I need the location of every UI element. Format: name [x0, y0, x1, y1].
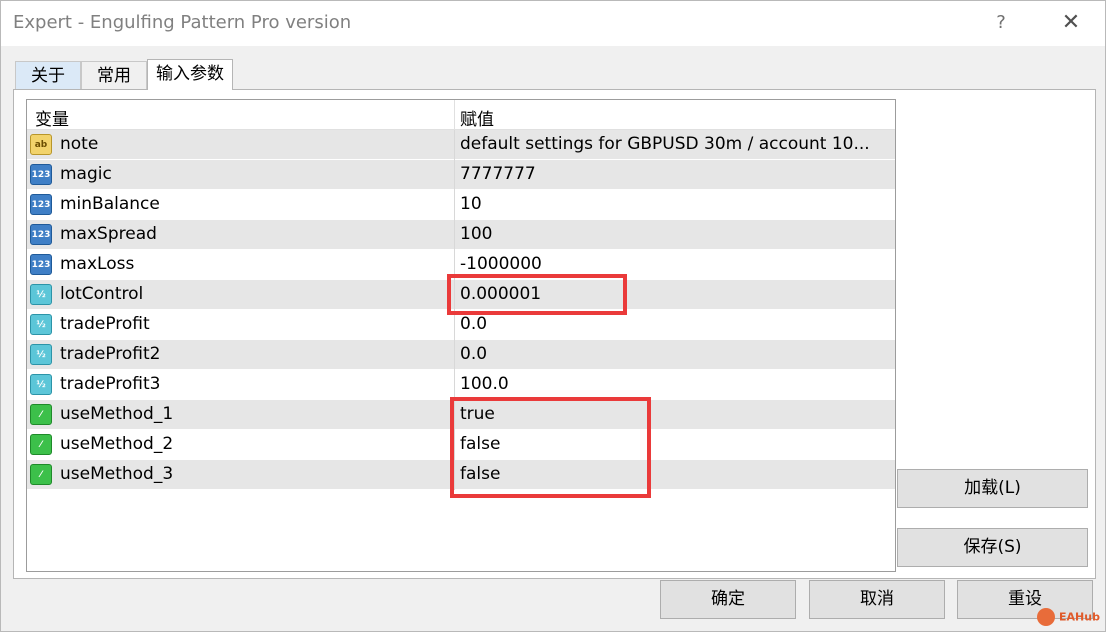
- help-button[interactable]: ?: [987, 9, 1015, 37]
- ok-button[interactable]: 确定: [660, 580, 796, 619]
- table-row[interactable]: ab note default settings for GBPUSD 30m …: [27, 130, 895, 160]
- param-value[interactable]: 100.0: [460, 374, 890, 394]
- param-value[interactable]: default settings for GBPUSD 30m / accoun…: [460, 134, 890, 154]
- column-header-variable[interactable]: 变量: [35, 105, 69, 130]
- integer-icon: 123: [30, 254, 52, 275]
- column-header-value[interactable]: 赋值: [460, 105, 494, 130]
- close-button[interactable]: ✕: [1053, 7, 1089, 39]
- cell-divider: [454, 370, 455, 400]
- integer-icon: 123: [30, 164, 52, 185]
- param-name: minBalance: [60, 194, 160, 214]
- bool-icon: ⁄: [30, 464, 52, 485]
- tab-common[interactable]: 常用: [81, 61, 147, 89]
- param-value[interactable]: 100: [460, 224, 890, 244]
- eahub-logo-icon: [1037, 608, 1055, 626]
- watermark-text: EAHub: [1059, 610, 1100, 624]
- bool-icon: ⁄: [30, 404, 52, 425]
- cell-divider: [454, 190, 455, 220]
- cell-divider: [454, 130, 455, 160]
- param-value[interactable]: 10: [460, 194, 890, 214]
- double-icon: ½: [30, 314, 52, 335]
- param-name: useMethod_1: [60, 404, 174, 424]
- double-icon: ½: [30, 284, 52, 305]
- cell-divider: [454, 160, 455, 190]
- tab-about[interactable]: 关于: [15, 61, 81, 89]
- load-button[interactable]: 加载(L): [897, 469, 1088, 508]
- table-row[interactable]: 123 magic 7777777: [27, 160, 895, 190]
- title-bar: Expert - Engulfing Pattern Pro version ?…: [1, 1, 1105, 46]
- watermark: EAHub: [1037, 608, 1100, 628]
- double-icon: ½: [30, 374, 52, 395]
- integer-icon: 123: [30, 194, 52, 215]
- bool-icon: ⁄: [30, 434, 52, 455]
- cancel-button[interactable]: 取消: [809, 580, 945, 619]
- param-name: lotControl: [60, 284, 144, 304]
- string-icon: ab: [30, 134, 52, 155]
- param-name: magic: [60, 164, 112, 184]
- table-row[interactable]: 123 minBalance 10: [27, 190, 895, 220]
- param-name: tradeProfit2: [60, 344, 161, 364]
- param-name: useMethod_3: [60, 464, 174, 484]
- save-button[interactable]: 保存(S): [897, 528, 1088, 567]
- cell-divider: [454, 340, 455, 370]
- param-value[interactable]: -1000000: [460, 254, 890, 274]
- integer-icon: 123: [30, 224, 52, 245]
- table-row[interactable]: 123 maxSpread 100: [27, 220, 895, 250]
- column-divider[interactable]: [454, 100, 455, 130]
- window-title: Expert - Engulfing Pattern Pro version: [13, 12, 352, 33]
- tab-inputs[interactable]: 输入参数: [147, 59, 233, 90]
- param-name: note: [60, 134, 99, 154]
- param-name: useMethod_2: [60, 434, 174, 454]
- param-value[interactable]: 0.0: [460, 344, 890, 364]
- param-value[interactable]: 0.0: [460, 314, 890, 334]
- parameters-grid: 变量 赋值 ab note default settings for GBPUS…: [26, 99, 896, 572]
- highlight-box-lotcontrol: [447, 274, 627, 315]
- cell-divider: [454, 220, 455, 250]
- table-row[interactable]: ½ tradeProfit2 0.0: [27, 340, 895, 370]
- param-name: tradeProfit3: [60, 374, 161, 394]
- param-name: maxLoss: [60, 254, 135, 274]
- param-name: tradeProfit: [60, 314, 150, 334]
- highlight-box-usemethod: [450, 397, 651, 498]
- grid-header: 变量 赋值: [27, 100, 895, 130]
- param-value[interactable]: 7777777: [460, 164, 890, 184]
- expert-dialog: Expert - Engulfing Pattern Pro version ?…: [0, 0, 1106, 632]
- param-name: maxSpread: [60, 224, 157, 244]
- table-row[interactable]: ½ tradeProfit3 100.0: [27, 370, 895, 400]
- double-icon: ½: [30, 344, 52, 365]
